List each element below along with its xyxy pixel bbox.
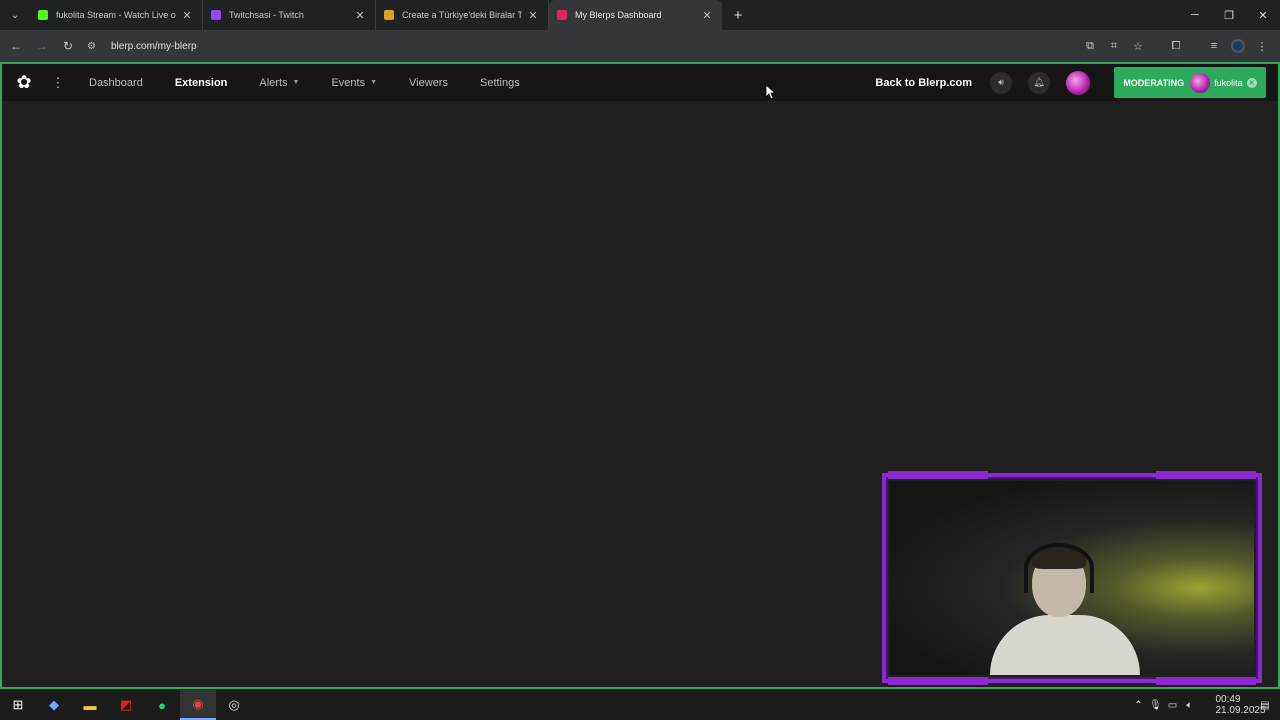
tray-overflow-icon[interactable]: ⌃ [1130,700,1147,711]
moderating-button[interactable]: MODERATING fukolita ✕ [1114,67,1266,98]
forward-arrow-icon[interactable]: → [29,33,55,59]
mouse-cursor-icon [766,85,776,100]
install-app-icon[interactable]: ⧉ [1078,40,1102,53]
bookmark-star-icon[interactable]: ☆ [1126,40,1150,53]
webcam-frame [882,473,1262,683]
tiermaker-favicon-icon [384,10,394,20]
nav-alerts[interactable]: Alerts ▼ [243,64,315,101]
microphone-icon[interactable]: 🎙︎ [1147,700,1164,711]
sound-icon[interactable]: 🔈︎ [1181,700,1198,711]
nav-dashboard-label: Dashboard [89,76,143,89]
user-avatar[interactable] [1066,70,1090,95]
browser-menu-icon[interactable]: ⋮ [1250,40,1274,53]
close-window-icon[interactable]: ✕ [1246,0,1280,30]
restore-icon[interactable]: ❐ [1212,0,1246,30]
nav-events[interactable]: Events ▼ [315,64,393,101]
system-tray: ⌃ 🎙︎ ▭ 🔈︎ 00:49 21.09.2025 ▤ [1130,690,1280,720]
nav-extension-label: Extension [174,76,228,89]
nav-events-label: Events [331,76,366,89]
clock[interactable]: 00:49 21.09.2025 [1198,694,1266,716]
close-tab-icon[interactable]: ✕ [353,9,367,22]
browser-tab-4[interactable]: My Blerps Dashboard ✕ [549,0,722,30]
chevron-down-icon: ▼ [292,79,300,86]
network-icon[interactable]: ▭ [1164,700,1181,711]
nav-viewers-label: Viewers [409,76,448,89]
frame-accent [888,471,988,479]
reload-icon[interactable]: ↻ [55,33,81,59]
copilot-icon[interactable]: ◆ [36,690,72,720]
tab-title: Create a Türkiye'deki Biralar Tier [402,10,522,20]
close-tab-icon[interactable]: ✕ [700,9,714,22]
app-navbar: ✿ ⋮ Dashboard Extension Alerts ▼ Events ▼ … [2,64,1278,101]
volume-icon[interactable]: 🔊︎ [990,71,1012,94]
moderated-username: fukolita [1214,77,1243,88]
moderated-user-avatar [1190,72,1211,93]
spotify-icon[interactable]: ● [144,690,180,720]
url-text: blerp.com/my-blerp [111,40,197,52]
nav-dashboard[interactable]: Dashboard [73,64,159,101]
kick-favicon-icon [38,10,48,20]
media-controls-icon[interactable]: ≡ [1202,40,1226,52]
site-info-icon[interactable]: ⚙ [87,41,107,52]
clock-date: 21.09.2025 [1215,705,1266,716]
chevron-down-icon: ▼ [370,79,378,86]
minimize-icon[interactable]: ─ [1178,0,1212,30]
clock-time: 00:49 [1215,694,1241,705]
extensions-icon[interactable]: ⧠ [1164,40,1188,53]
obs-app-icon[interactable]: ◎ [216,690,252,720]
frame-accent [888,677,988,685]
browser-tab-3[interactable]: Create a Türkiye'deki Biralar Tier ✕ [376,0,549,30]
translate-icon[interactable]: ⌗ [1102,40,1126,53]
tab-search-icon[interactable]: ⌄ [0,0,30,30]
tab-title: My Blerps Dashboard [575,10,662,20]
nav-extension[interactable]: Extension [159,64,244,101]
close-tab-icon[interactable]: ✕ [526,9,540,22]
navbar-right: Back to Blerp.com 🔊︎ 🔔︎ MODERATING fukol… [875,64,1278,101]
url-field[interactable]: ⚙ blerp.com/my-blerp [87,34,1077,58]
profile-avatar-icon[interactable] [1231,39,1245,53]
notifications-icon[interactable]: ▤ [1250,700,1280,711]
nav-settings-label: Settings [479,76,520,89]
browser-tab-2[interactable]: Twitchsasi - Twitch ✕ [203,0,376,30]
tab-title: fukolita Stream - Watch Live on [56,10,176,20]
tab-title: Twitchsasi - Twitch [229,10,304,20]
nav-viewers[interactable]: Viewers [393,64,464,101]
back-arrow-icon[interactable]: ← [3,33,29,59]
new-tab-button[interactable]: + [726,7,750,24]
nav-alerts-label: Alerts [259,76,288,89]
windows-taskbar: ⊞ ◆ ▬ ◩ ● ◉ ◎ ⌃ 🎙︎ ▭ 🔈︎ 00:49 21.09.2025… [0,690,1280,720]
amd-software-icon[interactable]: ◩ [108,690,144,720]
windows-start-icon[interactable]: ⊞ [0,690,36,720]
webcam-overlay [882,471,1262,685]
frame-accent [1156,677,1256,685]
back-to-blerp-link[interactable]: Back to Blerp.com [875,77,972,89]
address-bar: ← → ↻ ⚙ blerp.com/my-blerp ⧉ ⌗ ☆ ⧠ ≡ ⋮ [0,30,1280,62]
nav-settings[interactable]: Settings [464,64,536,101]
close-circle-icon[interactable]: ✕ [1246,77,1257,88]
blerp-favicon-icon [557,10,567,20]
browser-tab-1[interactable]: fukolita Stream - Watch Live on ✕ [30,0,203,30]
browser-tab-bar: ⌄ fukolita Stream - Watch Live on ✕ Twit… [0,0,1280,30]
file-explorer-icon[interactable]: ▬ [72,690,108,720]
more-menu-icon[interactable]: ⋮ [46,75,70,91]
twitch-favicon-icon [211,10,221,20]
toolbar-actions: ⧉ ⌗ ☆ ⧠ ≡ ⋮ [1078,30,1274,62]
chrome-icon[interactable]: ◉ [180,690,216,720]
close-tab-icon[interactable]: ✕ [180,9,194,22]
frame-accent [1156,471,1256,479]
moderating-label: MODERATING [1123,77,1185,88]
bell-icon[interactable]: 🔔︎ [1028,71,1050,94]
blerp-logo-icon[interactable]: ✿ [2,72,46,93]
window-controls: ─ ❐ ✕ [1178,0,1280,30]
